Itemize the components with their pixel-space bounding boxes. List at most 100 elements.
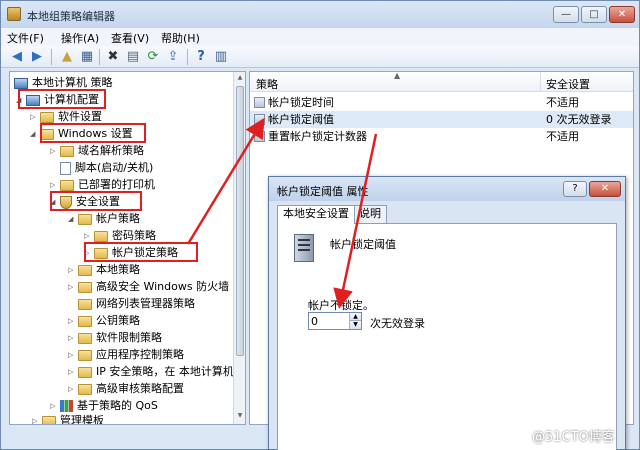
show-hide-tree-icon[interactable]: ▦	[79, 49, 95, 65]
collapsed-arrow-icon[interactable]: ▷	[68, 279, 78, 296]
threshold-input[interactable]	[311, 314, 347, 328]
collapsed-arrow-icon[interactable]: ▷	[68, 313, 78, 330]
tree-item-software-restriction[interactable]: ▷ 软件限制策略	[68, 329, 162, 346]
policy-icon	[254, 97, 265, 108]
expanded-arrow-icon[interactable]: ◢	[16, 92, 26, 109]
tree-item-password-policy[interactable]: ▷ 密码策略	[84, 227, 156, 244]
menu-action[interactable]: 操作(A)	[61, 30, 99, 46]
policy-value: 0 次无效登录	[546, 113, 612, 126]
spin-up-icon[interactable]: ▲	[349, 313, 361, 321]
delete-icon[interactable]: ✖	[105, 49, 121, 65]
forward-icon[interactable]: ▶	[29, 49, 45, 65]
folder-icon	[94, 230, 108, 242]
collapsed-arrow-icon[interactable]: ▷	[68, 347, 78, 364]
export-icon[interactable]: ⇪	[165, 49, 181, 65]
close-button[interactable]: ✕	[609, 6, 635, 23]
tree-label: Windows 设置	[58, 127, 133, 140]
minimize-button[interactable]: —	[553, 6, 579, 23]
scroll-thumb[interactable]	[236, 86, 244, 356]
column-header-policy[interactable]: 策略	[256, 76, 278, 92]
collapsed-arrow-icon[interactable]: ▷	[68, 330, 78, 347]
tree-item-local-policies[interactable]: ▷ 本地策略	[68, 261, 140, 278]
tree-item-app-control[interactable]: ▷ 应用程序控制策略	[68, 346, 184, 363]
collapsed-arrow-icon[interactable]: ▷	[84, 228, 94, 245]
policy-name: 重置帐户锁定计数器	[268, 130, 367, 143]
tree-pane: 本地计算机 策略 ◢ 计算机配置 ▷ 软件设置 ◢ Windows 设置 ▷ 域名解析策…	[9, 71, 246, 425]
refresh-icon[interactable]: ⟳	[145, 49, 161, 65]
tree-label: 管理模板	[60, 414, 104, 425]
spin-down-icon[interactable]: ▼	[349, 321, 361, 329]
dialog-close-button[interactable]: ✕	[589, 181, 621, 197]
toolbar-separator	[187, 49, 188, 65]
menu-file[interactable]: 文件(F)	[7, 30, 44, 46]
policy-value: 不适用	[546, 130, 579, 143]
tree-item-root[interactable]: 本地计算机 策略	[14, 74, 113, 91]
scroll-up-icon[interactable]: ▲	[235, 74, 245, 81]
dialog-help-button[interactable]: ?	[563, 181, 587, 197]
tree-scrollbar[interactable]: ▲ ▼	[233, 72, 245, 424]
menu-help[interactable]: 帮助(H)	[161, 30, 200, 46]
properties-icon[interactable]: ▤	[125, 49, 141, 65]
collapsed-arrow-icon[interactable]: ▷	[50, 143, 60, 160]
tree-item-scripts[interactable]: 脚本(启动/关机)	[60, 159, 153, 176]
tab-local-security-setting[interactable]: 本地安全设置	[277, 205, 355, 224]
tree-item-ipsec[interactable]: ▷ IP 安全策略，在 本地计算机	[68, 363, 234, 380]
toolbar-separator	[51, 49, 52, 65]
list-item[interactable]: 重置帐户锁定计数器 不适用	[250, 128, 633, 145]
tree-item-computer-config[interactable]: ◢ 计算机配置	[16, 91, 99, 108]
tree-label: 公钥策略	[96, 314, 140, 327]
column-header-setting[interactable]: 安全设置	[546, 76, 590, 92]
help-icon[interactable]: ?	[193, 49, 209, 65]
chart-icon	[60, 400, 73, 412]
tree-item-software-settings[interactable]: ▷ 软件设置	[30, 108, 102, 125]
tree-item-network-list[interactable]: 网络列表管理器策略	[78, 295, 195, 312]
tree-item-public-key[interactable]: ▷ 公钥策略	[68, 312, 140, 329]
view-icon[interactable]: ▥	[213, 49, 229, 65]
tree-item-admin-templates[interactable]: ▷ 管理模板	[32, 412, 104, 425]
collapsed-arrow-icon[interactable]: ▷	[68, 381, 78, 398]
policy-name: 帐户锁定时间	[268, 96, 334, 109]
tree-item-audit[interactable]: ▷ 高级审核策略配置	[68, 380, 184, 397]
maximize-button[interactable]: □	[581, 6, 607, 23]
expanded-arrow-icon[interactable]: ◢	[68, 211, 78, 228]
menu-view[interactable]: 查看(V)	[111, 30, 149, 46]
tab-explain[interactable]: 说明	[353, 205, 387, 223]
back-icon[interactable]: ◀	[9, 49, 25, 65]
column-divider[interactable]	[540, 72, 541, 92]
menu-bar: 文件(F) 操作(A) 查看(V) 帮助(H)	[1, 28, 639, 46]
collapsed-arrow-icon[interactable]: ▷	[68, 262, 78, 279]
tree-label: 本地计算机 策略	[32, 76, 113, 89]
folder-icon	[78, 349, 92, 361]
collapsed-arrow-icon[interactable]: ▷	[30, 109, 40, 126]
title-bar: 本地组策略编辑器 — □ ✕	[1, 1, 639, 28]
folder-icon	[42, 415, 56, 424]
tree-label: 计算机配置	[44, 93, 99, 106]
expanded-arrow-icon[interactable]: ◢	[50, 194, 60, 211]
tree-label: 密码策略	[112, 229, 156, 242]
tree-item-firewall[interactable]: ▷ 高级安全 Windows 防火墙	[68, 278, 229, 295]
expanded-arrow-icon[interactable]: ◢	[30, 126, 40, 143]
folder-icon	[78, 366, 92, 378]
collapsed-arrow-icon[interactable]: ▷	[84, 245, 94, 262]
threshold-stepper[interactable]: ▲ ▼	[308, 312, 362, 330]
tree-label: IP 安全策略，在 本地计算机	[96, 365, 234, 378]
collapsed-arrow-icon[interactable]: ▷	[68, 364, 78, 381]
up-folder-icon[interactable]: ▲	[59, 49, 75, 65]
tree-label: 高级安全 Windows 防火墙	[96, 280, 230, 293]
tree-item-deployed-printers[interactable]: ▷ 已部署的打印机	[50, 176, 155, 193]
list-item[interactable]: 帐户锁定阈值 0 次无效登录	[250, 111, 633, 128]
tree-item-security-settings[interactable]: ◢ 安全设置	[50, 193, 120, 210]
folder-icon	[40, 128, 54, 140]
tree-item-windows-settings[interactable]: ◢ Windows 设置	[30, 125, 133, 142]
list-item[interactable]: 帐户锁定时间 不适用	[250, 94, 633, 111]
collapsed-arrow-icon[interactable]: ▷	[32, 413, 42, 425]
tree-label: 安全设置	[76, 195, 120, 208]
tree-item-dns-policy[interactable]: ▷ 域名解析策略	[50, 142, 144, 159]
collapsed-arrow-icon[interactable]: ▷	[50, 177, 60, 194]
scroll-down-icon[interactable]: ▼	[235, 412, 245, 419]
tree-label: 高级审核策略配置	[96, 382, 184, 395]
tree-label: 软件限制策略	[96, 331, 162, 344]
tree-item-account-policies[interactable]: ◢ 帐户策略	[68, 210, 140, 227]
tree-item-lockout-policy[interactable]: ▷ 帐户锁定策略	[84, 244, 178, 261]
tree-label: 域名解析策略	[78, 144, 144, 157]
